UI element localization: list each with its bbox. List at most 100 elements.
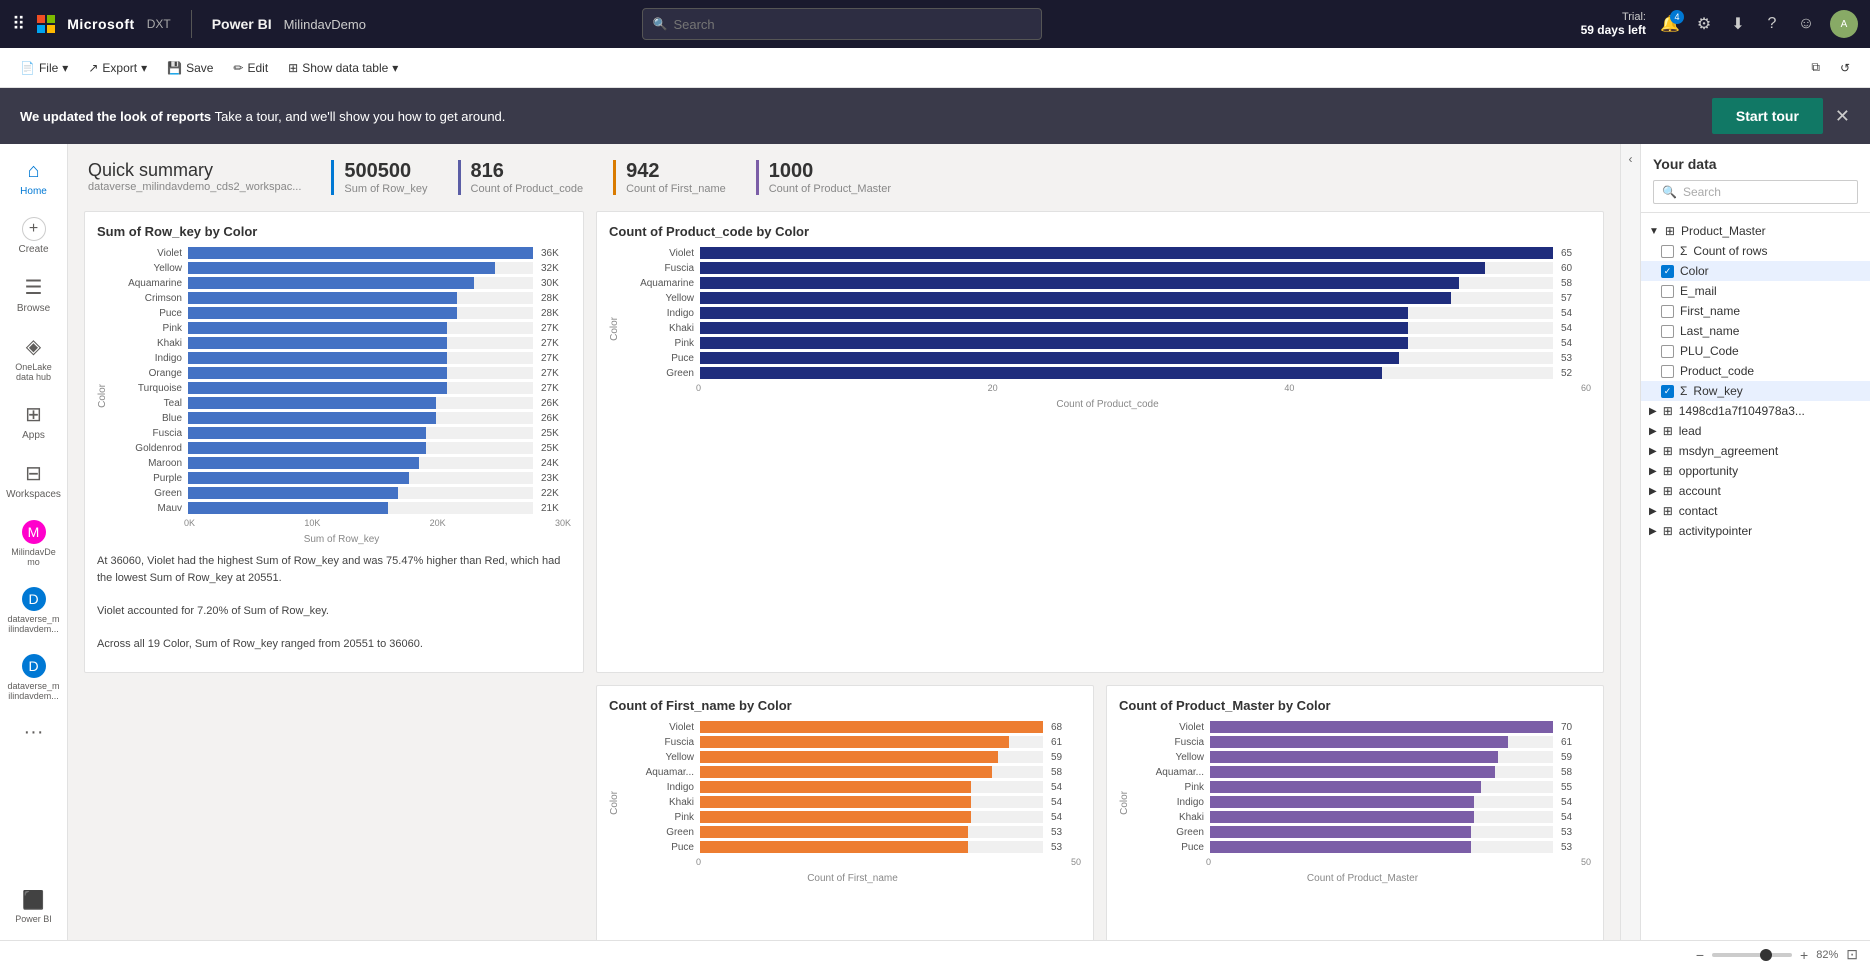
- chart3-title: Count of First_name by Color: [609, 698, 1081, 713]
- avatar[interactable]: A: [1830, 10, 1858, 38]
- sidebar-item-dataverse2[interactable]: D dataverse_m ilindavdem...: [4, 646, 64, 709]
- search-input[interactable]: [673, 17, 1030, 32]
- bar-value: 27K: [541, 338, 571, 349]
- checkbox-email[interactable]: [1661, 285, 1674, 298]
- bar-track: [700, 292, 1553, 304]
- bar-label: Fuscia: [624, 263, 694, 274]
- checkbox-productcode[interactable]: [1661, 365, 1674, 378]
- bar-track: [1210, 811, 1553, 823]
- bar-row: Puce53: [1134, 841, 1591, 853]
- fit-screen-button[interactable]: ⊡: [1846, 946, 1858, 963]
- bar-row: Aquamar...58: [1134, 766, 1591, 778]
- checkbox-count-rows[interactable]: [1661, 245, 1674, 258]
- tree-activitypointer[interactable]: ▶ ⊞ activitypointer: [1641, 521, 1870, 541]
- sidebar-item-dataverse1[interactable]: D dataverse_m ilindavdem...: [4, 579, 64, 642]
- bar-label: Purple: [112, 473, 182, 484]
- bar-value: 27K: [541, 368, 571, 379]
- file-button[interactable]: 📄 File ▾: [12, 57, 76, 79]
- save-button[interactable]: 💾 Save: [159, 57, 221, 79]
- checkbox-rowkey[interactable]: [1661, 385, 1674, 398]
- sidebar-item-onelake[interactable]: ◈ OneLake data hub: [4, 326, 64, 390]
- tree-account[interactable]: ▶ ⊞ account: [1641, 481, 1870, 501]
- filters-collapse-btn[interactable]: ‹: [1620, 144, 1640, 940]
- bar-label: Indigo: [624, 782, 694, 793]
- zoom-in-button[interactable]: +: [1800, 947, 1808, 963]
- notification-bell[interactable]: 🔔4: [1660, 14, 1680, 34]
- tree-msdyn[interactable]: ▶ ⊞ msdyn_agreement: [1641, 441, 1870, 461]
- tree-email[interactable]: E_mail: [1641, 281, 1870, 301]
- sidebar-item-more[interactable]: ···: [4, 713, 64, 752]
- bar-row: Blue26K: [112, 412, 571, 424]
- bar-value: 65: [1561, 248, 1591, 259]
- bar-row: Pink54: [624, 337, 1591, 349]
- checkbox-color[interactable]: [1661, 265, 1674, 278]
- settings-icon[interactable]: ⚙: [1694, 14, 1714, 34]
- table-icon: ⊞: [1663, 444, 1673, 458]
- tree-count-rows[interactable]: Σ Count of rows: [1641, 241, 1870, 261]
- global-search[interactable]: 🔍: [642, 8, 1042, 40]
- tree-contact[interactable]: ▶ ⊞ contact: [1641, 501, 1870, 521]
- bar-track: [700, 841, 1043, 853]
- sidebar-item-powerbi[interactable]: ⬛ Power BI: [4, 882, 64, 932]
- bar-row: Khaki54: [624, 796, 1081, 808]
- bar-value: 70: [1561, 722, 1591, 733]
- bar-fill: [700, 337, 1408, 349]
- bar-track: [1210, 751, 1553, 763]
- bar-track: [700, 811, 1043, 823]
- bar-track: [700, 262, 1553, 274]
- your-data-search[interactable]: 🔍 Search: [1653, 180, 1858, 204]
- start-tour-button[interactable]: Start tour: [1712, 98, 1823, 134]
- tree-row-key[interactable]: Σ Row_key: [1641, 381, 1870, 401]
- zoom-controls: − + 82% ⊡: [1696, 946, 1858, 963]
- workspaces-icon: ⊟: [25, 461, 42, 486]
- waffle-menu[interactable]: ⠿: [12, 14, 25, 35]
- help-icon[interactable]: ?: [1762, 14, 1782, 34]
- tree-color[interactable]: Color: [1641, 261, 1870, 281]
- bar-fill: [700, 247, 1553, 259]
- bar-track: [188, 412, 533, 424]
- sidebar-item-milindav[interactable]: M MilindavDe mo: [4, 512, 64, 575]
- banner-close-button[interactable]: ✕: [1835, 106, 1850, 127]
- bar-row: Crimson28K: [112, 292, 571, 304]
- zoom-thumb: [1760, 949, 1772, 961]
- bar-track: [188, 322, 533, 334]
- tree-last-name[interactable]: Last_name: [1641, 321, 1870, 341]
- tree-plu-code[interactable]: PLU_Code: [1641, 341, 1870, 361]
- bar-label: Goldenrod: [112, 443, 182, 454]
- tree-id1[interactable]: ▶ ⊞ 1498cd1a7f104978a3...: [1641, 401, 1870, 421]
- search-icon: 🔍: [1662, 185, 1677, 199]
- zoom-out-button[interactable]: −: [1696, 947, 1704, 963]
- show-data-button[interactable]: ⊞ Show data table ▾: [280, 57, 406, 79]
- bar-fill: [1210, 781, 1481, 793]
- download-icon[interactable]: ⬇: [1728, 14, 1748, 34]
- tree-first-name[interactable]: First_name: [1641, 301, 1870, 321]
- bar-label: Yellow: [1134, 752, 1204, 763]
- refresh-button[interactable]: ↺: [1832, 56, 1858, 79]
- fullscreen-button[interactable]: ⧉: [1803, 56, 1828, 79]
- sidebar-item-create[interactable]: + Create: [4, 209, 64, 263]
- tree-opportunity[interactable]: ▶ ⊞ opportunity: [1641, 461, 1870, 481]
- sidebar-item-workspaces[interactable]: ⊟ Workspaces: [4, 453, 64, 508]
- checkbox-firstname[interactable]: [1661, 305, 1674, 318]
- kpi-first-name: 942 Count of First_name: [613, 160, 726, 195]
- sidebar-item-apps[interactable]: ⊞ Apps: [4, 394, 64, 449]
- zoom-slider[interactable]: [1712, 953, 1792, 957]
- sidebar-item-home[interactable]: ⌂ Home: [4, 152, 64, 205]
- edit-button[interactable]: ✏ Edit: [225, 57, 276, 79]
- chart2-x-ticks: 0204060: [624, 383, 1591, 393]
- bar-row: Yellow32K: [112, 262, 571, 274]
- tree-product-master[interactable]: ▼ ⊞ Product_Master: [1641, 221, 1870, 241]
- bar-label: Yellow: [112, 263, 182, 274]
- tree-product-code[interactable]: Product_code: [1641, 361, 1870, 381]
- face-icon[interactable]: ☺: [1796, 14, 1816, 34]
- bar-value: 60: [1561, 263, 1591, 274]
- sidebar-item-browse[interactable]: ☰ Browse: [4, 267, 64, 322]
- bar-fill: [1210, 826, 1471, 838]
- tree-lead[interactable]: ▶ ⊞ lead: [1641, 421, 1870, 441]
- bar-track: [188, 472, 533, 484]
- checkbox-lastname[interactable]: [1661, 325, 1674, 338]
- export-button[interactable]: ↗ Export ▾: [80, 57, 155, 79]
- bar-fill: [700, 811, 971, 823]
- checkbox-plucode[interactable]: [1661, 345, 1674, 358]
- bar-label: Pink: [1134, 782, 1204, 793]
